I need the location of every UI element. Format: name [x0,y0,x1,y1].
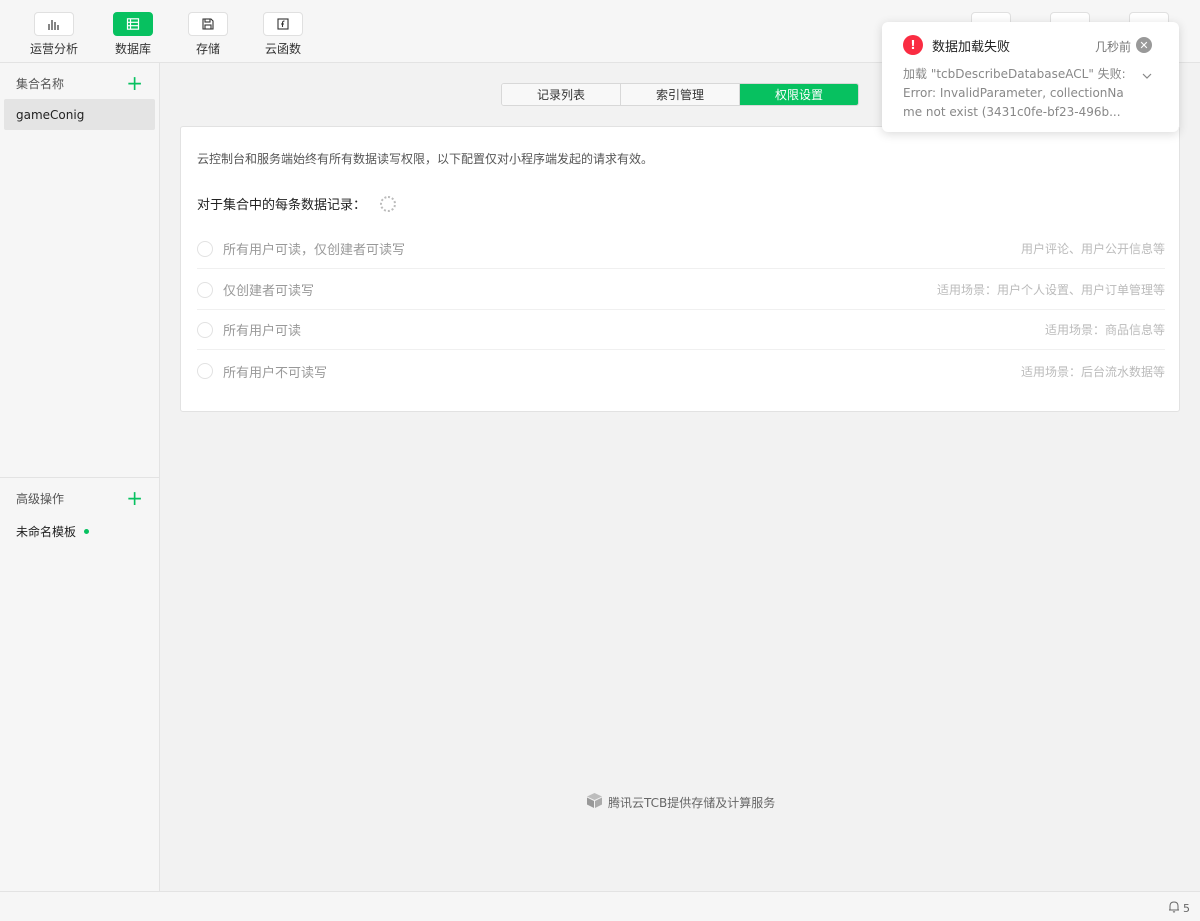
tab-records[interactable]: 记录列表 [502,84,621,105]
toolbar-label: 存储 [195,42,220,56]
radio-icon[interactable] [197,321,213,338]
tab-permissions[interactable]: 权限设置 [740,84,858,105]
permission-label-row: 对于集合中的每条数据记录： [197,194,397,213]
collection-item[interactable]: gameConig [4,99,155,130]
error-toast: ! 数据加载失败 几秒前 ✕ 加载 "tcbDescribeDatabaseAC… [882,22,1179,132]
status-bar: 5 [0,891,1200,921]
close-icon[interactable]: ✕ [1136,37,1152,53]
footer-credit-text: 腾讯云TCB提供存储及计算服务 [608,795,776,810]
permission-option-hint: 适用场景：后台流水数据等 [1020,364,1165,379]
permission-option[interactable]: 所有用户可读 适用场景：商品信息等 [197,310,1165,350]
tab-indexes[interactable]: 索引管理 [621,84,740,105]
footer-credit: 腾讯云TCB提供存储及计算服务 [587,793,775,811]
toast-message: 加载 "tcbDescribeDatabaseACL" 失败:Error: In… [903,67,1126,119]
database-icon [113,12,153,36]
add-collection-plus-icon[interactable]: + [126,73,143,93]
radio-icon[interactable] [197,281,213,298]
template-item[interactable]: 未命名模板 [16,523,90,540]
permission-option[interactable]: 所有用户不可读写 适用场景：后台流水数据等 [197,351,1165,391]
advanced-header: 高级操作 + [0,480,159,516]
collection-sidebar: 集合名称 + gameConig 高级操作 + 未命名模板 [0,63,160,891]
permission-description: 云控制台和服务端始终有所有数据读写权限，以下配置仅对小程序端发起的请求有效。 [197,152,654,166]
collection-item-label: gameConig [16,107,85,122]
toolbar-label: 云函数 [264,42,301,56]
toolbar-item-database[interactable]: 数据库 [93,12,173,57]
radio-icon[interactable] [197,240,213,257]
permission-option[interactable]: 仅创建者可读写 适用场景：用户个人设置、用户订单管理等 [197,270,1165,310]
permission-option-label: 仅创建者可读写 [223,284,315,299]
permission-option-hint: 适用场景：用户个人设置、用户订单管理等 [936,283,1165,297]
add-template-plus-icon[interactable]: + [126,488,143,508]
chevron-down-icon[interactable] [1142,68,1152,83]
permission-label: 对于集合中的每条数据记录： [197,198,367,213]
collections-title: 集合名称 [16,76,65,91]
advanced-title: 高级操作 [16,491,65,506]
save-icon [188,12,228,36]
toolbar-item-analytics[interactable]: 运营分析 [14,12,94,57]
permission-option-label: 所有用户可读，仅创建者可读写 [223,243,406,258]
collections-header: 集合名称 + [0,65,159,101]
permission-option-hint: 用户评论、用户公开信息等 [1020,242,1165,256]
database-tabs: 记录列表 索引管理 权限设置 [501,83,859,106]
notification-count: 5 [1183,901,1190,915]
permission-option-label: 所有用户不可读写 [223,365,328,381]
toolbar-label: 数据库 [114,42,151,56]
error-icon: ! [903,35,923,55]
toolbar-item-cloud-functions[interactable]: 云函数 [243,12,323,57]
permission-option-hint: 适用场景：商品信息等 [1044,323,1165,337]
permission-option-label: 所有用户可读 [223,324,302,339]
tencent-cloud-cube-icon [587,793,602,811]
bar-chart-icon [34,12,74,36]
permission-card: 云控制台和服务端始终有所有数据读写权限，以下配置仅对小程序端发起的请求有效。 对… [180,126,1180,412]
unsaved-dot-icon [84,529,90,534]
permission-option-left: 仅创建者可读写 [197,280,314,299]
template-item-label: 未命名模板 [16,525,77,539]
notifications-button[interactable]: 5 [1168,900,1190,916]
toolbar-item-storage[interactable]: 存储 [168,12,248,57]
permission-option[interactable]: 所有用户可读，仅创建者可读写 用户评论、用户公开信息等 [197,229,1165,269]
bell-icon [1168,900,1180,916]
permission-option-left: 所有用户不可读写 [197,362,327,381]
permission-option-left: 所有用户可读，仅创建者可读写 [197,239,405,258]
sidebar-divider [0,477,159,478]
toast-time: 几秒前 [1095,40,1132,54]
toast-title: 数据加载失败 [932,40,1011,55]
radio-icon[interactable] [197,363,213,379]
toolbar-label: 运营分析 [29,42,78,56]
permission-option-left: 所有用户可读 [197,320,301,339]
loading-spinner-icon [380,195,397,212]
function-icon [263,12,303,36]
